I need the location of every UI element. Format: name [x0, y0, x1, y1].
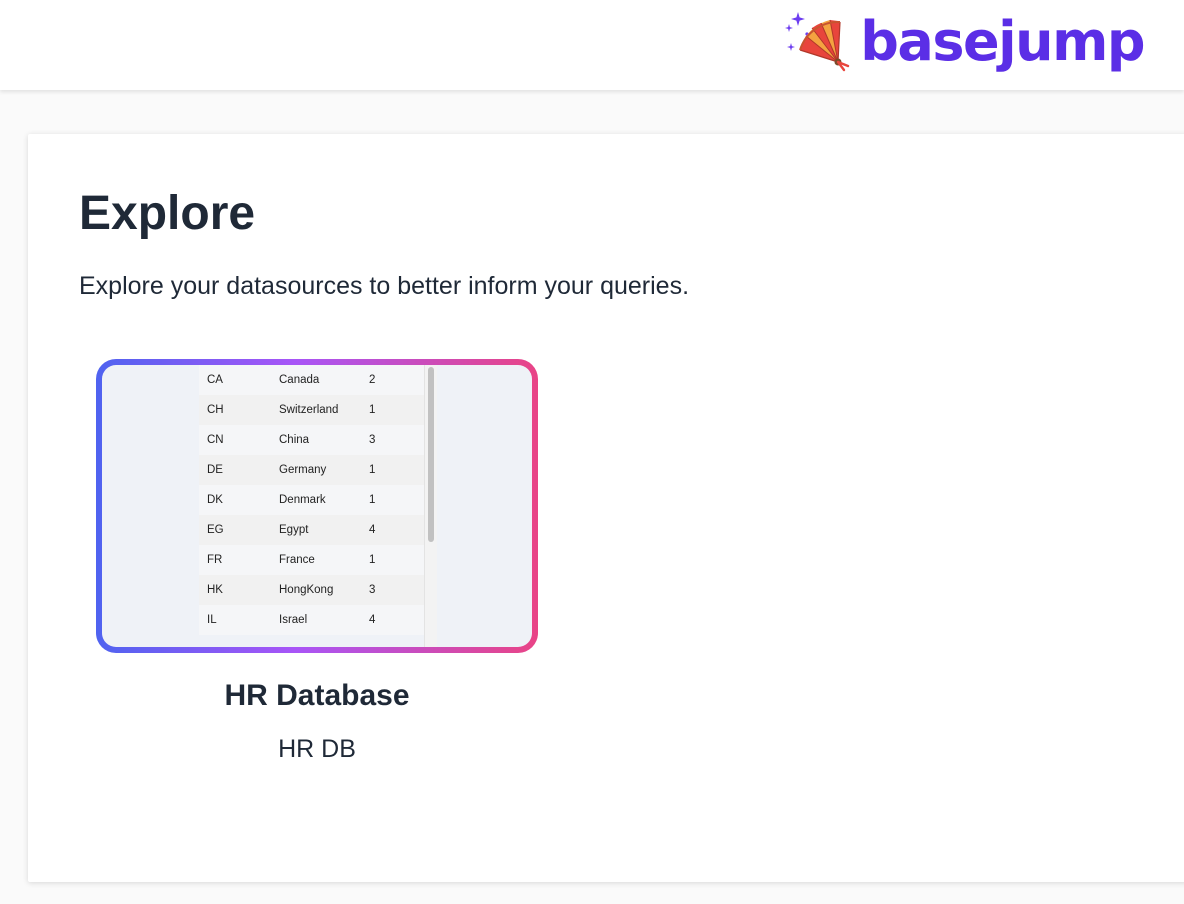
preview-cell-code: DK: [207, 494, 223, 506]
preview-cell-country: Switzerland: [279, 404, 339, 416]
preview-cell-country: HongKong: [279, 584, 334, 596]
preview-cell-country: Israel: [279, 614, 308, 626]
logo-wordmark: basejump: [860, 10, 1145, 73]
preview-cell-code: DE: [207, 464, 223, 476]
preview-cell-count: 1: [369, 464, 376, 476]
preview-cell-country: France: [279, 554, 315, 566]
explore-panel: Explore Explore your datasources to bett…: [28, 134, 1184, 882]
fan-sparkles-icon: [785, 12, 850, 72]
datasource-preview-frame: CA Canada 2 CH Switzerland 1 CN China 3 DE Germany…: [96, 359, 538, 653]
preview-scrollbar-thumb[interactable]: [428, 367, 434, 542]
preview-cell-code: IL: [207, 614, 217, 626]
preview-row: EG Egypt 4: [199, 515, 429, 545]
preview-cell-count: 2: [369, 374, 376, 386]
preview-cell-count: 4: [369, 614, 376, 626]
preview-row: DK Denmark 1: [199, 485, 429, 515]
datasource-name: HR Database: [224, 679, 410, 712]
preview-cell-count: 4: [369, 524, 376, 536]
preview-row: CH Switzerland 1: [199, 395, 429, 425]
preview-cell-count: 1: [369, 554, 376, 566]
preview-cell-code: CN: [207, 434, 224, 446]
page-title: Explore: [79, 187, 256, 240]
preview-cell-code: EG: [207, 524, 224, 536]
preview-row: DE Germany 1: [199, 455, 429, 485]
datasource-description: HR DB: [278, 735, 356, 763]
preview-cell-count: 1: [369, 494, 376, 506]
preview-cell-count: 3: [369, 434, 376, 446]
preview-cell-code: CA: [207, 374, 223, 386]
page-content: Explore Explore your datasources to bett…: [0, 90, 1184, 904]
preview-row: CA Canada 2: [199, 365, 429, 395]
preview-row: IL Israel 4: [199, 605, 429, 635]
preview-cell-count: 3: [369, 584, 376, 596]
basejump-logo-link[interactable]: basejump: [782, 6, 1145, 78]
preview-cell-count: 1: [369, 404, 376, 416]
preview-cell-country: Egypt: [279, 524, 309, 536]
page-subtitle: Explore your datasources to better infor…: [79, 272, 690, 300]
preview-row: FR France 1: [199, 545, 429, 575]
preview-cell-country: Germany: [279, 464, 327, 476]
preview-cell-code: FR: [207, 554, 223, 566]
datasource-card[interactable]: CA Canada 2 CH Switzerland 1 CN China 3 DE Germany…: [96, 359, 538, 763]
preview-cell-code: CH: [207, 404, 224, 416]
preview-row: CN China 3: [199, 425, 429, 455]
preview-row: HK HongKong 3: [199, 575, 429, 605]
preview-cell-country: Denmark: [279, 494, 326, 506]
preview-table: CA Canada 2 CH Switzerland 1 CN China 3 DE Germany…: [199, 365, 429, 647]
preview-cell-country: China: [279, 434, 310, 446]
preview-cell-code: HK: [207, 584, 223, 596]
preview-scrollbar[interactable]: [424, 365, 437, 647]
preview-cell-country: Canada: [279, 374, 320, 386]
top-navbar: basejump: [0, 0, 1184, 90]
datasource-preview: CA Canada 2 CH Switzerland 1 CN China 3 DE Germany…: [102, 365, 532, 647]
